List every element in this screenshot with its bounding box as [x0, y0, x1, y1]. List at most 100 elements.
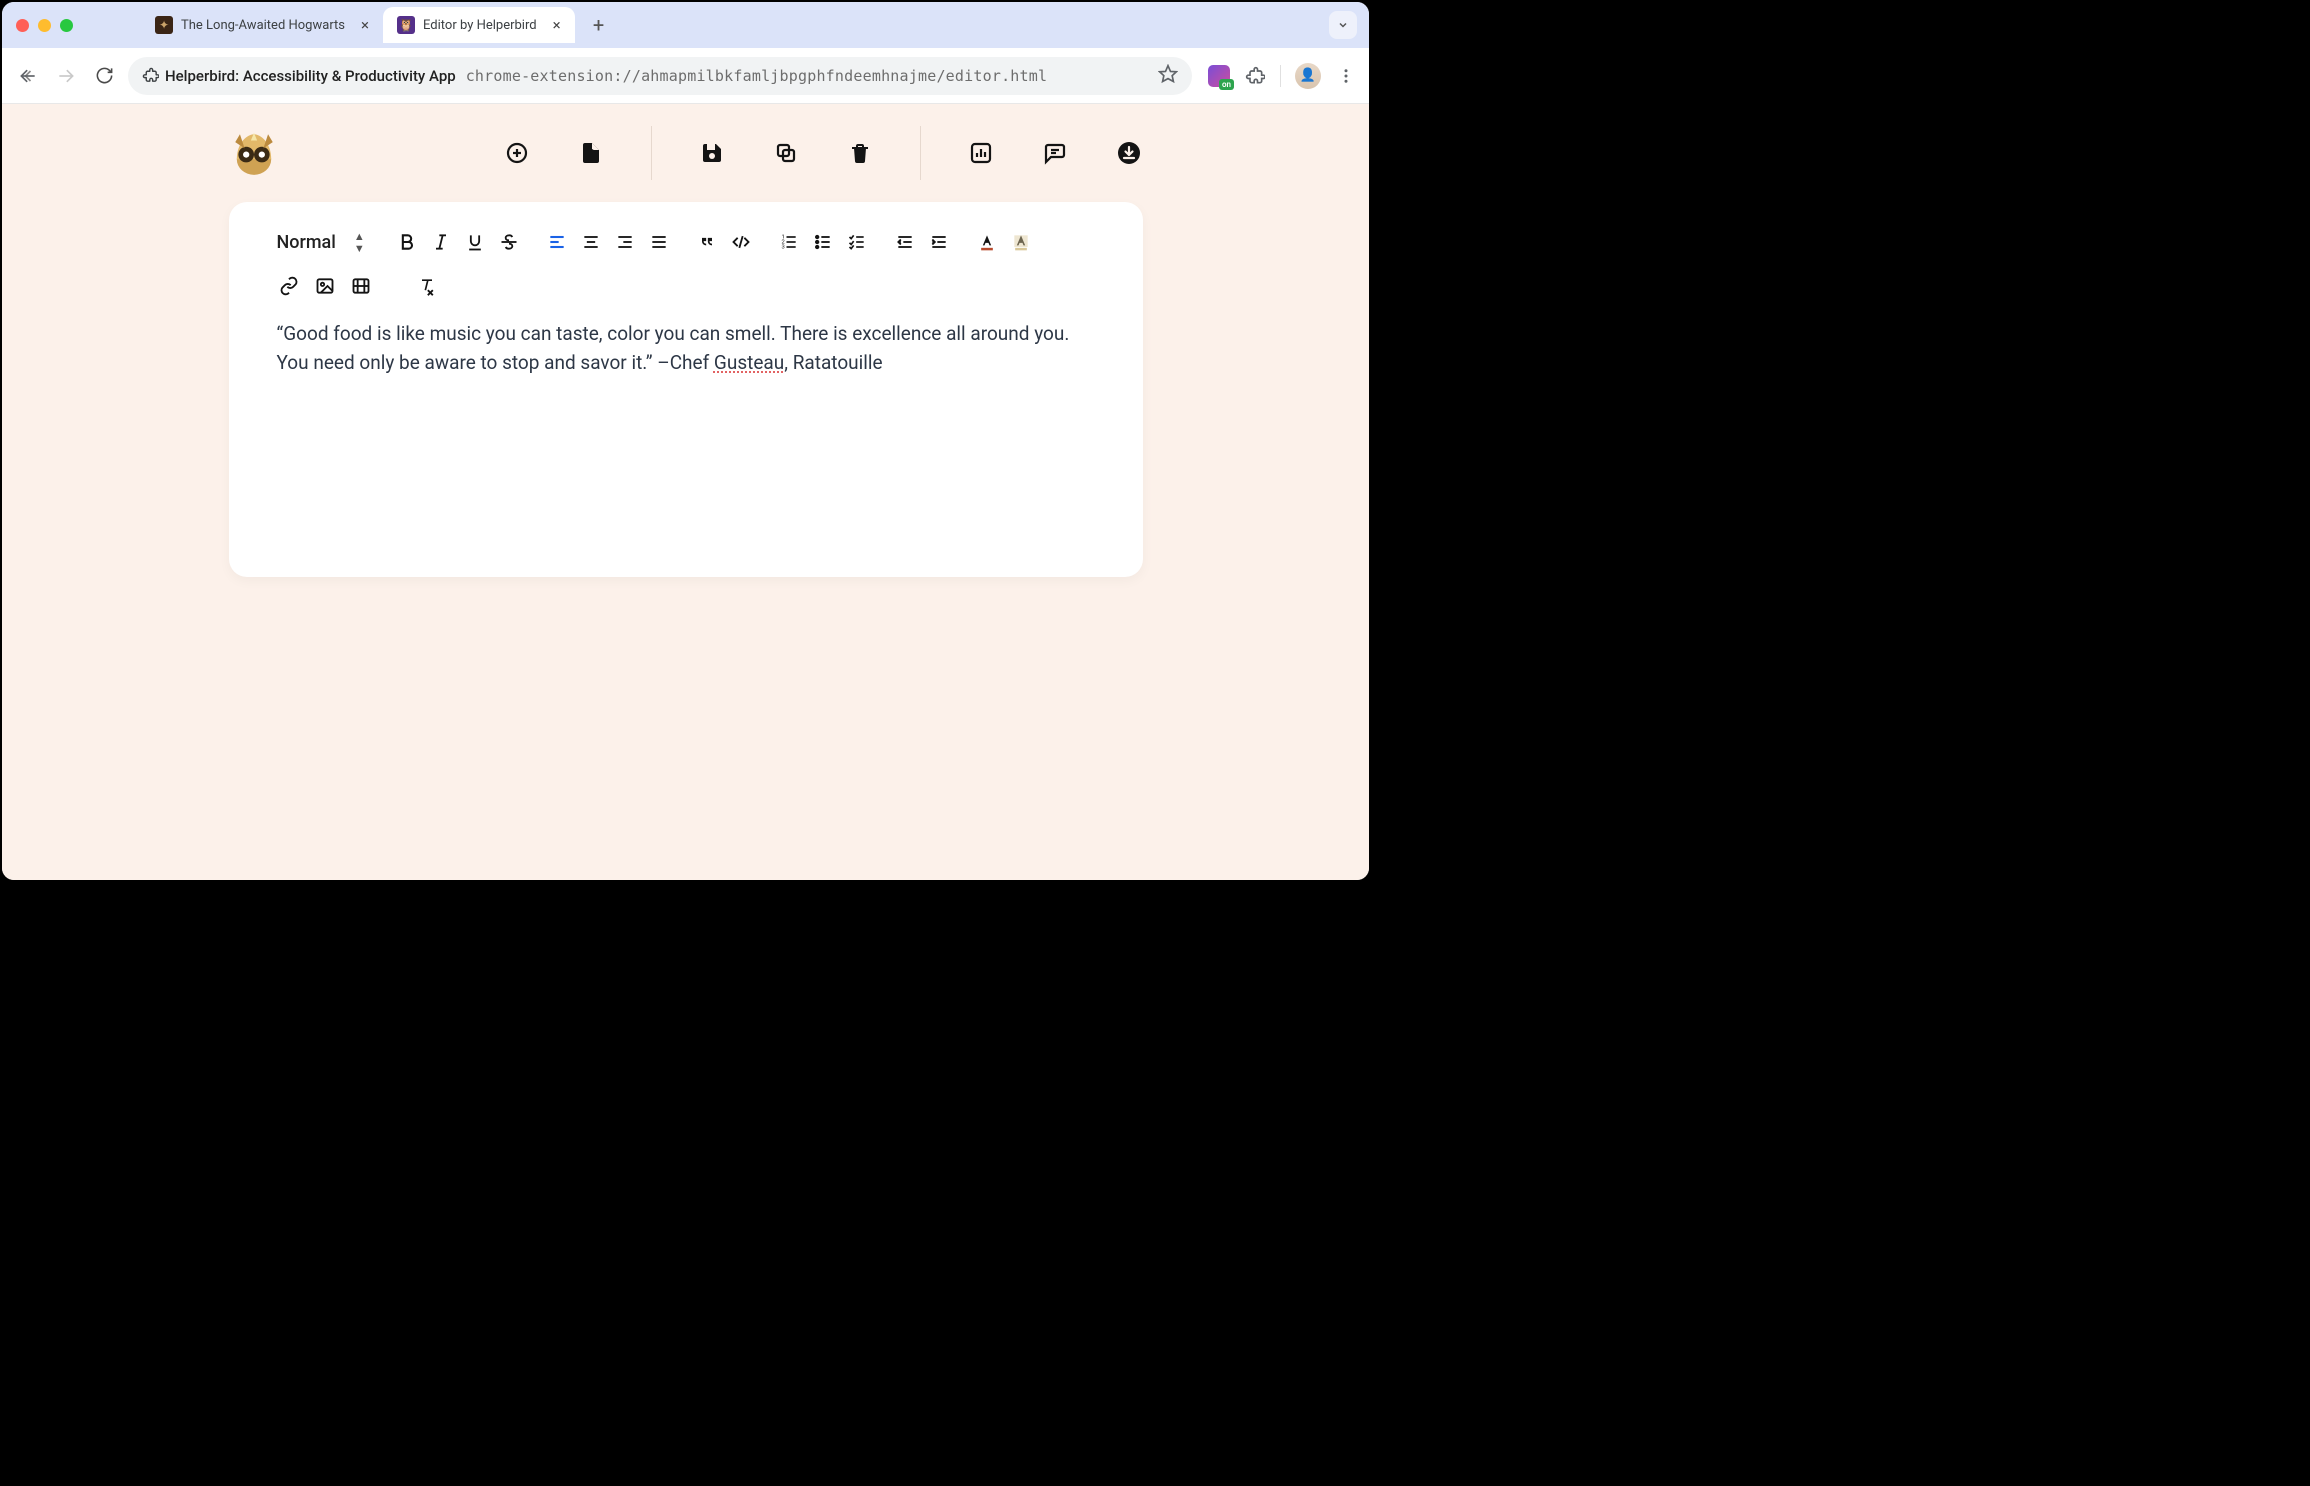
download-button[interactable] — [1115, 139, 1143, 167]
browser-menu-button[interactable] — [1335, 65, 1357, 87]
close-tab-icon[interactable]: × — [361, 16, 369, 34]
heading-select[interactable]: Normal ▲▼ — [277, 231, 371, 254]
code-icon — [731, 232, 751, 252]
app-actions — [503, 126, 1143, 180]
helperbird-logo[interactable] — [229, 128, 279, 178]
svg-text:3: 3 — [781, 245, 784, 251]
quote-icon — [697, 232, 717, 252]
extension-status-badge: on — [1219, 79, 1234, 90]
toolbar-right: on 👤 — [1208, 63, 1357, 89]
save-button[interactable] — [698, 139, 726, 167]
download-icon — [1117, 141, 1141, 165]
separator — [920, 126, 921, 180]
browser-tab-strip: ✦ The Long-Awaited Hogwarts × 🦉 Editor b… — [2, 2, 1369, 48]
blockquote-button[interactable] — [695, 230, 719, 254]
clear-format-button[interactable] — [415, 274, 439, 298]
bold-icon — [397, 232, 417, 252]
align-left-button[interactable] — [545, 230, 569, 254]
tab-title: Editor by Helperbird — [423, 18, 537, 33]
check-list-icon — [847, 232, 867, 252]
extensions-button[interactable] — [1244, 65, 1266, 87]
comment-icon — [1043, 141, 1067, 165]
image-icon — [315, 276, 335, 296]
file-import-icon — [579, 141, 603, 165]
extension-chip[interactable]: Helperbird: Accessibility & Productivity… — [142, 67, 456, 85]
clear-format-icon — [417, 276, 437, 296]
back-button[interactable] — [14, 62, 42, 90]
align-justify-button[interactable] — [647, 230, 671, 254]
ordered-list-icon: 123 — [779, 232, 799, 252]
heading-select-label: Normal — [277, 232, 336, 253]
spellcheck-word[interactable]: Gusteau — [714, 351, 784, 374]
url-text: chrome-extension://ahmapmilbkfamljbpgphf… — [466, 67, 1048, 85]
format-group-indent — [893, 230, 951, 254]
format-group-inline — [395, 230, 521, 254]
link-button[interactable] — [277, 274, 301, 298]
close-window-button[interactable] — [16, 19, 29, 32]
tab-hogwarts[interactable]: ✦ The Long-Awaited Hogwarts × — [141, 7, 383, 43]
window-controls — [16, 19, 73, 32]
open-file-button[interactable] — [577, 139, 605, 167]
italic-icon — [431, 232, 451, 252]
reload-button[interactable] — [90, 62, 118, 90]
highlight-color-button[interactable] — [1009, 230, 1033, 254]
tab-favicon: ✦ — [155, 16, 173, 34]
format-group-align — [545, 230, 671, 254]
tab-helperbird-editor[interactable]: 🦉 Editor by Helperbird × — [383, 7, 575, 43]
editor-content[interactable]: “Good food is like music you can taste, … — [277, 320, 1095, 377]
italic-button[interactable] — [429, 230, 453, 254]
app-header — [229, 104, 1143, 202]
align-justify-icon — [649, 232, 669, 252]
format-group-color — [975, 230, 1033, 254]
maximize-window-button[interactable] — [60, 19, 73, 32]
indent-icon — [929, 232, 949, 252]
text-color-button[interactable] — [975, 230, 999, 254]
code-block-button[interactable] — [729, 230, 753, 254]
minimize-window-button[interactable] — [38, 19, 51, 32]
bookmark-star-icon[interactable] — [1158, 64, 1178, 88]
strikethrough-icon — [499, 232, 519, 252]
new-tab-button[interactable]: + — [585, 13, 613, 37]
app-content: Normal ▲▼ — [2, 104, 1369, 880]
video-button[interactable] — [349, 274, 373, 298]
tab-favicon: 🦉 — [397, 16, 415, 34]
separator — [1280, 65, 1281, 87]
link-icon — [279, 276, 299, 296]
image-button[interactable] — [313, 274, 337, 298]
bullet-list-button[interactable] — [811, 230, 835, 254]
editor-toolbar: Normal ▲▼ — [277, 230, 1095, 298]
editor-card: Normal ▲▼ — [229, 202, 1143, 577]
indent-button[interactable] — [927, 230, 951, 254]
underline-button[interactable] — [463, 230, 487, 254]
align-right-button[interactable] — [613, 230, 637, 254]
ordered-list-button[interactable]: 123 — [777, 230, 801, 254]
helperbird-extension-button[interactable]: on — [1208, 65, 1230, 87]
chevron-down-icon — [1337, 19, 1349, 31]
highlight-icon — [1011, 232, 1031, 252]
comment-button[interactable] — [1041, 139, 1069, 167]
select-caret-icon: ▲▼ — [354, 231, 365, 254]
strike-button[interactable] — [497, 230, 521, 254]
align-center-icon — [581, 232, 601, 252]
forward-button[interactable] — [52, 62, 80, 90]
stats-button[interactable] — [967, 139, 995, 167]
text-color-icon — [977, 232, 997, 252]
check-list-button[interactable] — [845, 230, 869, 254]
tab-title: The Long-Awaited Hogwarts — [181, 18, 345, 33]
close-tab-icon[interactable]: × — [553, 16, 561, 34]
new-document-button[interactable] — [503, 139, 531, 167]
align-center-button[interactable] — [579, 230, 603, 254]
tabs-dropdown-button[interactable] — [1329, 11, 1357, 39]
bold-button[interactable] — [395, 230, 419, 254]
kebab-icon — [1337, 67, 1355, 85]
bullet-list-icon — [813, 232, 833, 252]
delete-button[interactable] — [846, 139, 874, 167]
profile-avatar[interactable]: 👤 — [1295, 63, 1321, 89]
editor-text-prefix: “Good food is like music you can taste, … — [277, 322, 1070, 374]
copy-button[interactable] — [772, 139, 800, 167]
outdent-button[interactable] — [893, 230, 917, 254]
align-right-icon — [615, 232, 635, 252]
address-bar[interactable]: Helperbird: Accessibility & Productivity… — [128, 57, 1192, 95]
browser-toolbar: Helperbird: Accessibility & Productivity… — [2, 48, 1369, 104]
extension-chip-label: Helperbird: Accessibility & Productivity… — [165, 67, 456, 85]
